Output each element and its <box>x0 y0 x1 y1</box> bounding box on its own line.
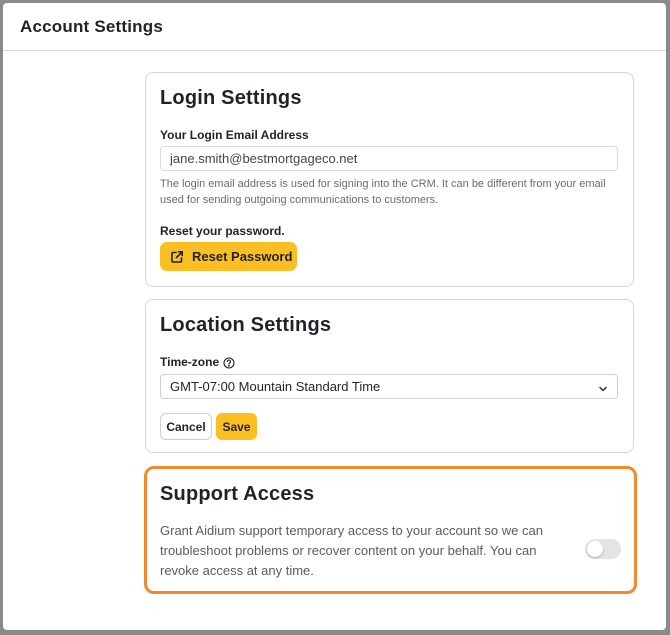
email-label: Your Login Email Address <box>160 128 309 142</box>
cancel-button[interactable]: Cancel <box>160 413 212 440</box>
chevron-down-icon <box>598 382 608 392</box>
external-link-icon <box>170 250 184 264</box>
question-circle-icon[interactable] <box>223 356 235 369</box>
location-settings-title: Location Settings <box>160 314 332 336</box>
timezone-label: Time-zone <box>160 355 220 369</box>
toggle-knob <box>587 541 603 557</box>
reset-password-button-label: Reset Password <box>192 249 293 264</box>
login-settings-card: Login Settings Your Login Email Address … <box>145 72 634 287</box>
timezone-label-row: Time-zone <box>160 355 235 369</box>
location-settings-card: Location Settings Time-zone GMT-07:00 Mo… <box>145 299 634 453</box>
support-access-toggle[interactable] <box>585 539 621 559</box>
save-button[interactable]: Save <box>216 413 257 440</box>
timezone-select[interactable]: GMT-07:00 Mountain Standard Time <box>160 374 618 399</box>
email-help-text: The login email address is used for sign… <box>160 178 606 206</box>
header-bar: Account Settings <box>3 3 666 51</box>
support-access-card: Support Access Grant Aidium support temp… <box>144 466 637 594</box>
timezone-selected-value: GMT-07:00 Mountain Standard Time <box>170 379 381 394</box>
login-email-field[interactable] <box>160 146 618 171</box>
support-access-title: Support Access <box>160 483 315 505</box>
support-access-description: Grant Aidium support temporary access to… <box>160 523 543 578</box>
reset-password-label: Reset your password. <box>160 224 285 238</box>
page-title: Account Settings <box>20 16 163 36</box>
login-settings-title: Login Settings <box>160 87 302 109</box>
settings-window: Account Settings Login Settings Your Log… <box>3 3 666 630</box>
reset-password-button[interactable]: Reset Password <box>160 242 297 271</box>
